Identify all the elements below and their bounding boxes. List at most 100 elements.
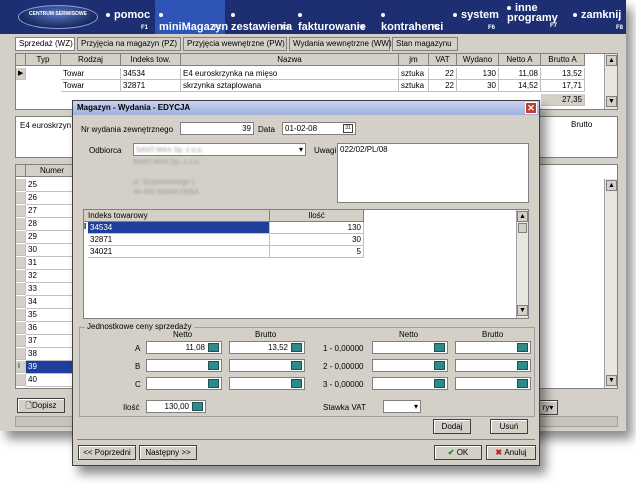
brutto-input[interactable] bbox=[455, 359, 531, 372]
tab-stan-magazynu[interactable]: Stan magazynu bbox=[392, 37, 458, 51]
scroll-down-icon[interactable]: ▼ bbox=[517, 305, 528, 316]
close-icon[interactable]: ✕ bbox=[525, 102, 537, 114]
usun-button[interactable]: Usuń bbox=[490, 419, 528, 434]
nr-wydania-input[interactable]: 39 bbox=[180, 122, 254, 135]
menu-pomoc[interactable]: pomoc F1 bbox=[106, 0, 152, 34]
table-row-cell[interactable]: skrzynka sztaplowana bbox=[181, 80, 399, 92]
netto-input[interactable] bbox=[146, 377, 222, 390]
scroll-up-icon[interactable]: ▲ bbox=[517, 211, 528, 222]
menu-zamknij[interactable]: zamknij F8 bbox=[573, 0, 623, 34]
col-wydano[interactable]: Wydano bbox=[457, 54, 499, 66]
calculator-icon[interactable] bbox=[517, 343, 528, 352]
menu-kontrahenci[interactable]: kontrahenci F5 bbox=[381, 0, 443, 34]
ok-button[interactable]: ✔ OK bbox=[434, 445, 482, 460]
next-button[interactable]: Następny >> bbox=[139, 445, 197, 460]
col-nazwa[interactable]: Nazwa bbox=[181, 54, 399, 66]
calculator-icon[interactable] bbox=[291, 343, 302, 352]
menu-zestawienia[interactable]: zestawienia F3 bbox=[231, 0, 293, 34]
dialog-item-qty[interactable]: 130 bbox=[270, 222, 364, 234]
scroll-down-icon[interactable]: ▼ bbox=[606, 96, 617, 107]
address-block: SANT-MAX Sp. z o.o. ul. Szyprowskiego 1 … bbox=[133, 159, 201, 196]
calculator-icon[interactable] bbox=[291, 361, 302, 370]
menu-minimagazyn[interactable]: miniMagazyn F2 bbox=[155, 0, 228, 34]
brutto-input[interactable] bbox=[229, 377, 305, 390]
col-rodzaj[interactable]: Rodzaj bbox=[61, 54, 121, 66]
calculator-icon[interactable] bbox=[208, 343, 219, 352]
dialog-item-row[interactable]: 34534 bbox=[88, 222, 270, 234]
ilosc-input[interactable]: 130,00 bbox=[146, 400, 206, 413]
col-jm[interactable]: jm bbox=[399, 54, 429, 66]
dodaj-button[interactable]: Dodaj bbox=[433, 419, 471, 434]
brutto-input[interactable] bbox=[455, 341, 531, 354]
table-row-cell[interactable]: 30 bbox=[457, 80, 499, 92]
vat-select[interactable]: ▾ bbox=[383, 400, 421, 413]
dialog-item-row[interactable]: 32871 bbox=[88, 234, 270, 246]
table-row-cell[interactable]: sztuka bbox=[399, 80, 429, 92]
netto-input[interactable] bbox=[372, 341, 448, 354]
netto-input[interactable] bbox=[372, 377, 448, 390]
table-row-cell[interactable]: 14,52 bbox=[499, 80, 541, 92]
col-indeks-towarowy[interactable]: Indeks towarowy bbox=[84, 210, 270, 222]
calculator-icon[interactable] bbox=[291, 379, 302, 388]
calculator-icon[interactable] bbox=[192, 402, 203, 411]
netto-input[interactable] bbox=[372, 359, 448, 372]
netto-input[interactable]: 11,08 bbox=[146, 341, 222, 354]
calculator-icon[interactable] bbox=[434, 379, 445, 388]
brutto-input[interactable] bbox=[229, 359, 305, 372]
chevron-down-icon[interactable]: ▾ bbox=[299, 144, 303, 155]
table-row-cell[interactable]: 17,71 bbox=[541, 80, 585, 92]
top-grid-scrollbar[interactable]: ▲ ▼ bbox=[604, 54, 617, 109]
dopisz-button[interactable]: 🗋Dopisz bbox=[17, 398, 65, 413]
brutto-input[interactable] bbox=[455, 377, 531, 390]
options-dropdown[interactable]: ry▾ bbox=[538, 400, 558, 415]
calculator-icon[interactable] bbox=[208, 361, 219, 370]
odbiorca-select[interactable]: SANT-MAX Sp. z o.o. ▾ bbox=[133, 143, 306, 156]
previous-button[interactable]: << Poprzedni bbox=[78, 445, 136, 460]
col-indeks[interactable]: Indeks tow. bbox=[121, 54, 181, 66]
table-row-cell[interactable]: 22 bbox=[429, 68, 457, 80]
scroll-down-icon[interactable]: ▼ bbox=[606, 375, 617, 386]
table-row-cell[interactable]: 34534 bbox=[121, 68, 181, 80]
bottom-grid-scrollbar[interactable]: ▲ ▼ bbox=[604, 179, 617, 388]
table-row-cell[interactable]: Towar bbox=[61, 80, 121, 92]
col-netto-a[interactable]: Netto A bbox=[499, 54, 541, 66]
col-typ[interactable]: Typ bbox=[26, 54, 61, 66]
table-row-cell[interactable]: 130 bbox=[457, 68, 499, 80]
col-ilosc[interactable]: Ilość bbox=[270, 210, 364, 222]
table-row-cell[interactable]: E4 euroskrzynka na mięso bbox=[181, 68, 399, 80]
tab-przyjecia-pz[interactable]: Przyjęcia na magazyn (PZ) bbox=[77, 37, 181, 51]
brutto-input[interactable]: 13,52 bbox=[229, 341, 305, 354]
menu-system[interactable]: system F6 bbox=[453, 0, 499, 34]
calendar-icon[interactable]: 31 bbox=[343, 124, 353, 133]
dialog-grid-scrollbar[interactable]: ▲ ▼ bbox=[516, 210, 528, 318]
dialog-item-qty[interactable]: 5 bbox=[270, 246, 364, 258]
tab-wydania-ww[interactable]: Wydania wewnętrzne (WW) bbox=[289, 37, 392, 51]
netto-input[interactable] bbox=[146, 359, 222, 372]
tab-sprzedaz[interactable]: Sprzedaż (WZ) bbox=[15, 37, 75, 51]
col-vat[interactable]: VAT bbox=[429, 54, 457, 66]
table-row-cell[interactable]: 11,08 bbox=[499, 68, 541, 80]
calculator-icon[interactable] bbox=[434, 361, 445, 370]
menu-fakturowanie[interactable]: fakturowanie F4 bbox=[298, 0, 368, 34]
calculator-icon[interactable] bbox=[517, 379, 528, 388]
date-input[interactable]: 01-02-08 31 bbox=[282, 122, 356, 135]
uwagi-textarea[interactable]: 022/02/PL/08 bbox=[337, 143, 529, 203]
table-row-cell[interactable]: Towar bbox=[61, 68, 121, 80]
table-row-cell[interactable]: sztuka bbox=[399, 68, 429, 80]
cancel-button[interactable]: ✖ Anuluj bbox=[486, 445, 536, 460]
table-row-cell[interactable]: 22 bbox=[429, 80, 457, 92]
scroll-up-icon[interactable]: ▲ bbox=[606, 180, 617, 191]
tab-przyjecia-pw[interactable]: Przyjęcia wewnętrzne (PW) bbox=[183, 37, 287, 51]
col-brutto-a[interactable]: Brutto A bbox=[541, 54, 585, 66]
chevron-down-icon[interactable]: ▾ bbox=[414, 401, 418, 412]
calculator-icon[interactable] bbox=[208, 379, 219, 388]
dialog-item-row[interactable]: 34021 bbox=[88, 246, 270, 258]
calculator-icon[interactable] bbox=[434, 343, 445, 352]
menu-inne-programy[interactable]: inne programy F7 bbox=[507, 0, 561, 34]
scroll-up-icon[interactable]: ▲ bbox=[606, 55, 617, 66]
table-row-cell[interactable]: 13,52 bbox=[541, 68, 585, 80]
dialog-item-qty[interactable]: 30 bbox=[270, 234, 364, 246]
scroll-thumb[interactable] bbox=[518, 223, 527, 233]
table-row-cell[interactable]: 32871 bbox=[121, 80, 181, 92]
calculator-icon[interactable] bbox=[517, 361, 528, 370]
